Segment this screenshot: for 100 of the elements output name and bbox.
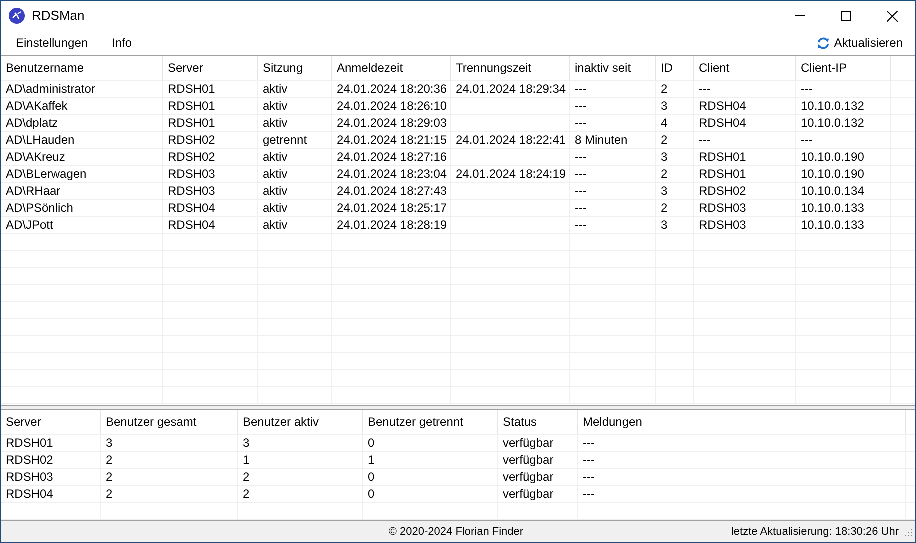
table-cell: ---	[801, 133, 813, 147]
table-cell: ---	[575, 150, 587, 164]
table-cell: 0	[368, 436, 375, 450]
table-cell: 24.01.2024 18:26:10	[337, 99, 448, 113]
table-cell: RDSH04	[699, 99, 746, 113]
table-cell: RDSH01	[168, 116, 216, 130]
table-cell: RDSH03	[699, 218, 746, 232]
table-cell: ---	[575, 116, 587, 130]
table-cell: aktiv	[263, 82, 288, 96]
table-cell: RDSH01	[168, 82, 216, 96]
column-header[interactable]: Client	[694, 56, 796, 80]
table-cell: 2	[243, 470, 250, 484]
table-cell: 2	[106, 470, 113, 484]
table-cell: RDSH02	[6, 453, 54, 467]
table-cell: 1	[368, 453, 375, 467]
last-update-text: letzte Aktualisierung: 18:30:26 Uhr	[731, 524, 899, 540]
table-cell: aktiv	[263, 116, 288, 130]
table-cell: ---	[575, 184, 587, 198]
column-header[interactable]: Meldungen	[578, 410, 906, 434]
table-cell: aktiv	[263, 150, 288, 164]
menu-item[interactable]: Info	[103, 32, 142, 54]
table-cell: 10.10.0.132	[801, 99, 864, 113]
table-cell: 24.01.2024 18:27:16	[337, 150, 448, 164]
table-cell: verfügbar	[503, 436, 554, 450]
column-header[interactable]: Anmeldezeit	[332, 56, 451, 80]
table-cell: RDSH01	[699, 150, 746, 164]
column-header[interactable]: Client-IP	[796, 56, 891, 80]
table-cell: ---	[583, 436, 595, 450]
table-cell: 24.01.2024 18:20:36	[337, 82, 448, 96]
table-cell: 24.01.2024 18:29:03	[337, 116, 448, 130]
table-cell: AD\BLerwagen	[6, 167, 87, 181]
table-cell: ---	[575, 218, 587, 232]
table-cell: 1	[243, 453, 250, 467]
table-cell: ---	[575, 201, 587, 215]
column-header[interactable]: Sitzung	[258, 56, 332, 80]
table-cell: 10.10.0.190	[801, 150, 864, 164]
column-header[interactable]: Benutzername	[1, 56, 163, 80]
table-cell: RDSH04	[699, 116, 746, 130]
table-cell: 3	[661, 150, 668, 164]
table-cell: 10.10.0.134	[801, 184, 864, 198]
table-cell: ---	[801, 82, 813, 96]
menu-item[interactable]: Einstellungen	[7, 32, 98, 54]
table-cell: AD\PSönlich	[6, 201, 74, 215]
table-cell: 0	[368, 470, 375, 484]
table-cell: 10.10.0.133	[801, 218, 864, 232]
table-cell: 24.01.2024 18:22:41	[456, 133, 566, 147]
table-cell: RDSH04	[168, 218, 216, 232]
table-cell: aktiv	[263, 184, 288, 198]
table-cell: RDSH04	[6, 487, 54, 501]
table-cell: 2	[661, 201, 668, 215]
column-header[interactable]: Benutzer aktiv	[238, 410, 363, 434]
column-header[interactable]: Benutzer gesamt	[101, 410, 238, 434]
table-cell: 4	[661, 116, 668, 130]
column-header[interactable]: Server	[163, 56, 258, 80]
table-cell: 2	[106, 487, 113, 501]
table-cell: RDSH03	[6, 470, 54, 484]
table-cell: RDSH01	[6, 436, 54, 450]
app-logo-icon	[9, 8, 25, 24]
refresh-icon	[817, 36, 830, 50]
table-cell: 10.10.0.190	[801, 167, 864, 181]
table-cell: 2	[661, 133, 668, 147]
column-header[interactable]: inaktiv seit	[570, 56, 656, 80]
table-cell: RDSH02	[168, 133, 216, 147]
table-cell: RDSH01	[168, 99, 216, 113]
table-cell: ---	[583, 470, 595, 484]
table-cell: 2	[106, 453, 113, 467]
table-cell: RDSH03	[699, 201, 746, 215]
column-header[interactable]: Status	[498, 410, 578, 434]
table-cell: ---	[575, 99, 587, 113]
column-header[interactable]: Benutzer getrennt	[363, 410, 498, 434]
maximize-icon	[841, 11, 851, 21]
table-cell: verfügbar	[503, 470, 554, 484]
table-cell: AD\LHauden	[6, 133, 75, 147]
table-cell: 2	[243, 487, 250, 501]
table-cell: ---	[583, 453, 595, 467]
table-cell: 24.01.2024 18:21:15	[337, 133, 448, 147]
table-cell: 8 Minuten	[575, 133, 628, 147]
table-cell: RDSH03	[168, 167, 216, 181]
table-cell: 24.01.2024 18:27:43	[337, 184, 448, 198]
table-cell: AD\AKreuz	[6, 150, 66, 164]
table-cell: aktiv	[263, 167, 288, 181]
table-cell: 24.01.2024 18:23:04	[337, 167, 448, 181]
table-cell: ---	[699, 82, 711, 96]
table-cell: 2	[661, 82, 668, 96]
table-cell: ---	[575, 167, 587, 181]
refresh-button[interactable]: Aktualisieren	[815, 32, 905, 54]
table-cell: 10.10.0.132	[801, 116, 864, 130]
table-cell: 24.01.2024 18:25:17	[337, 201, 448, 215]
table-cell: 10.10.0.133	[801, 201, 864, 215]
table-cell: AD\AKaffek	[6, 99, 68, 113]
close-icon	[886, 10, 898, 22]
table-cell: 3	[243, 436, 250, 450]
table-cell: AD\JPott	[6, 218, 54, 232]
column-header[interactable]: Trennungszeit	[451, 56, 570, 80]
table-cell: 3	[661, 99, 668, 113]
table-cell: 24.01.2024 18:29:34	[456, 82, 566, 96]
column-header[interactable]: ID	[656, 56, 694, 80]
column-header[interactable]: Server	[1, 410, 101, 434]
table-cell: 24.01.2024 18:24:19	[456, 167, 566, 181]
table-cell: RDSH03	[168, 184, 216, 198]
